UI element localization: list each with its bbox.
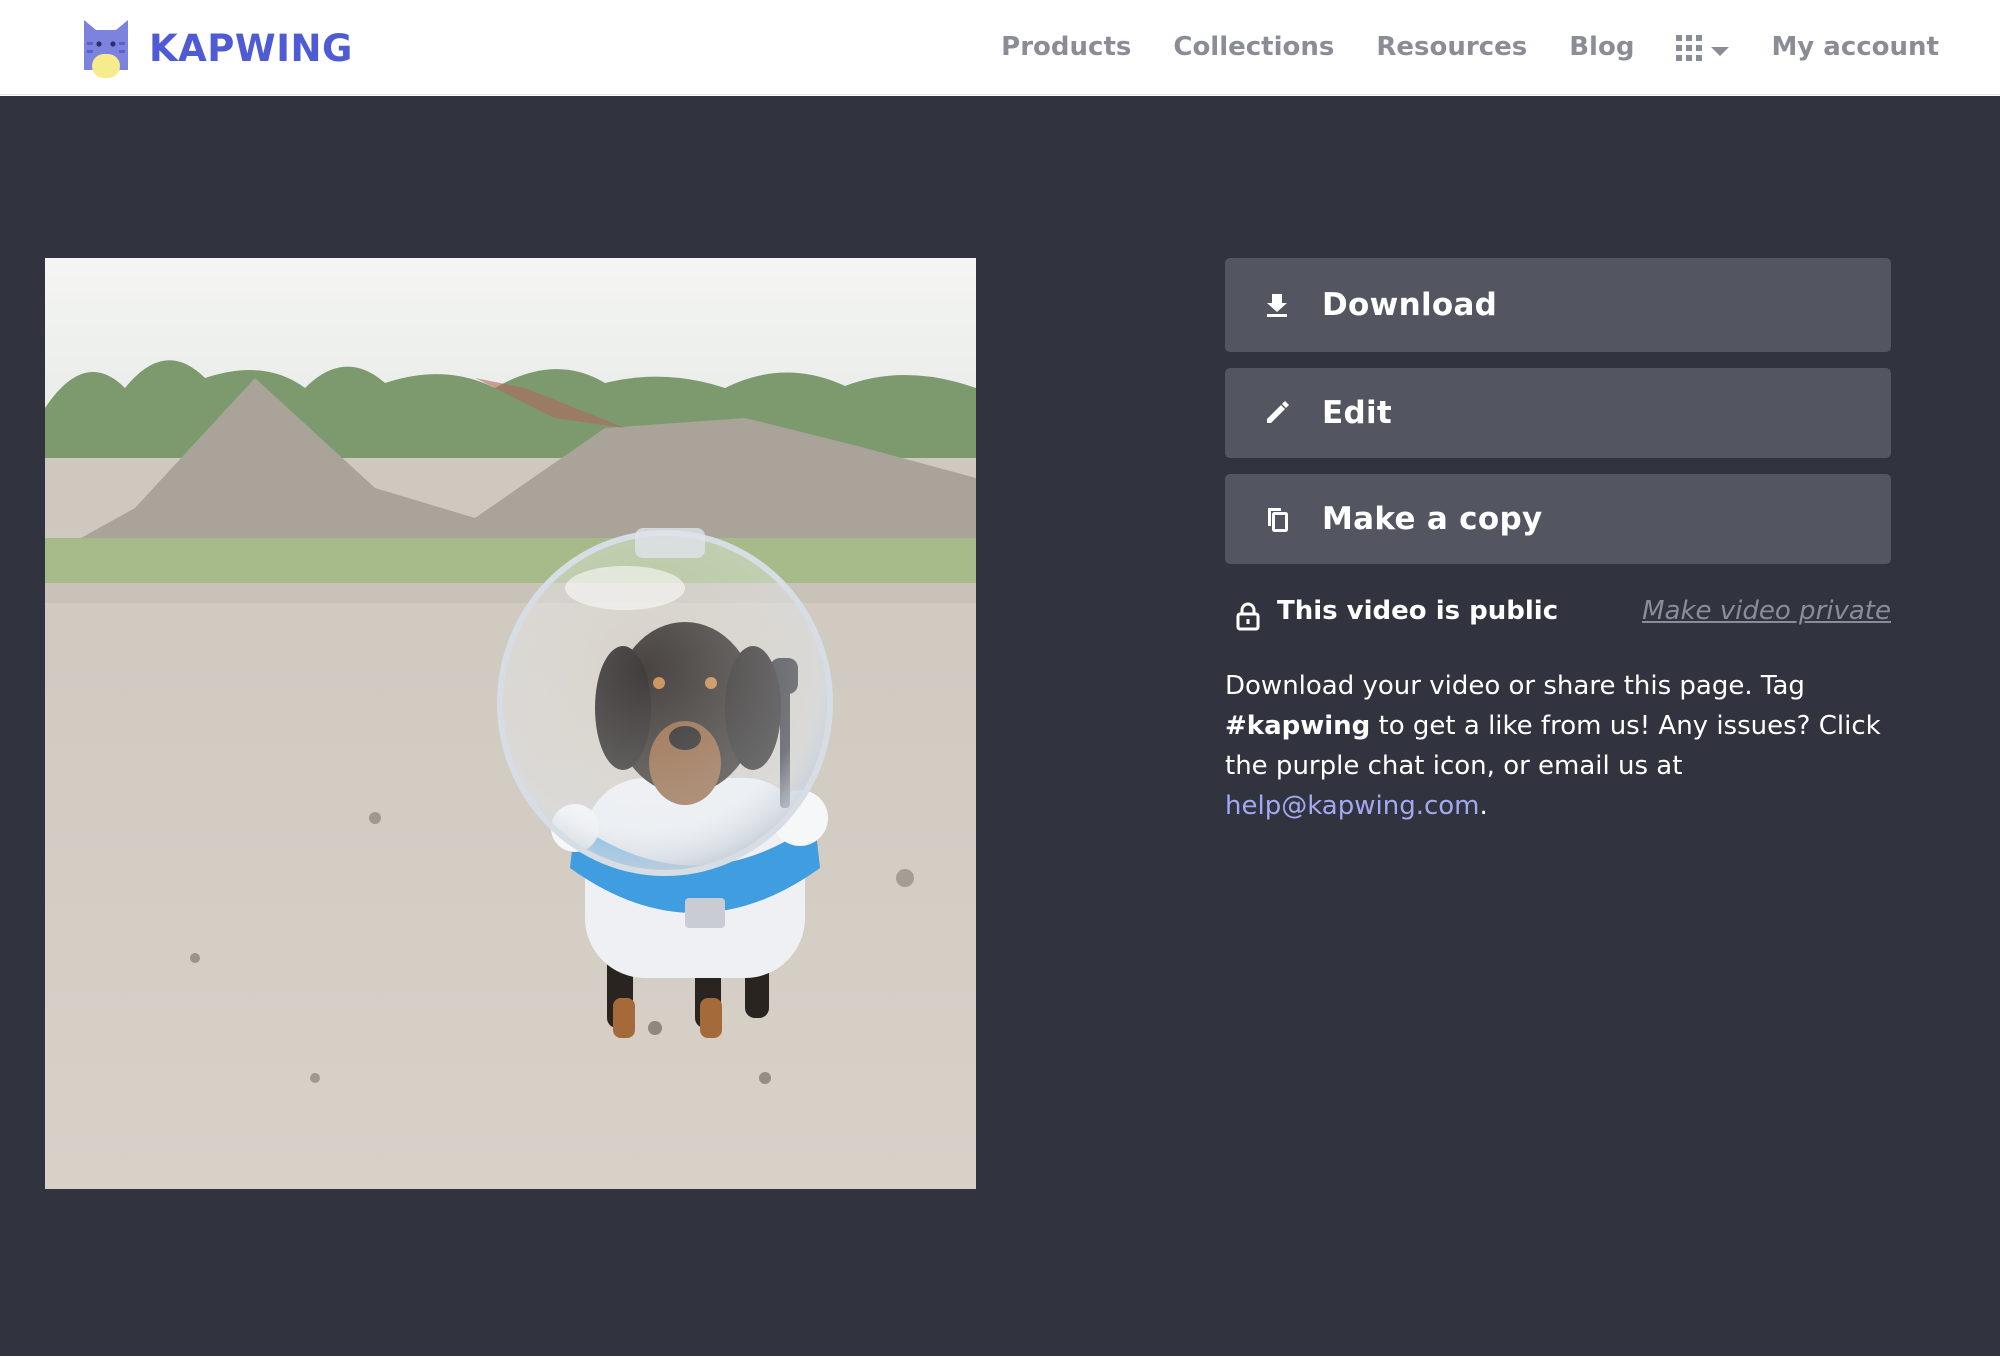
help-email-link[interactable]: help@kapwing.com (1225, 791, 1480, 821)
help-text: Download your video or share this page. … (1225, 666, 1891, 826)
help-text-1: Download your video or share this page. … (1225, 671, 1805, 701)
pencil-icon (1267, 401, 1289, 423)
video-thumbnail-image (45, 258, 976, 1189)
nav-collections[interactable]: Collections (1173, 0, 1334, 95)
caret-down-icon (1711, 46, 1730, 56)
hashtag: #kapwing (1225, 711, 1371, 741)
privacy-row: This video is public Make video private (1225, 592, 1891, 636)
kapwing-logo-link[interactable]: KAPWING (84, 20, 353, 78)
share-page-content: Download Edit Make a copy This video is … (0, 96, 2000, 1357)
download-button[interactable]: Download (1225, 258, 1891, 352)
video-preview[interactable] (45, 258, 976, 1189)
kapwing-cat-icon (84, 20, 128, 78)
make-private-link[interactable]: Make video private (1642, 596, 1891, 626)
edit-label: Edit (1322, 395, 1393, 431)
actions-panel: Download Edit Make a copy This video is … (1225, 258, 1891, 826)
download-label: Download (1322, 287, 1498, 323)
nav-my-account[interactable]: My account (1771, 0, 1939, 95)
grid-icon (1676, 34, 1703, 61)
privacy-status: This video is public (1277, 596, 1559, 626)
apps-menu-button[interactable] (1676, 34, 1730, 61)
nav-blog[interactable]: Blog (1569, 0, 1634, 95)
edit-button[interactable]: Edit (1225, 368, 1891, 458)
top-navigation-bar: KAPWING Products Collections Resources B… (0, 0, 2000, 95)
lock-icon (1236, 602, 1260, 631)
help-text-3: . (1479, 791, 1488, 821)
brand-name: KAPWING (149, 27, 353, 70)
nav-products[interactable]: Products (1001, 0, 1131, 95)
main-nav: Products Collections Resources Blog My a… (959, 0, 2000, 95)
nav-resources[interactable]: Resources (1376, 0, 1527, 95)
make-copy-label: Make a copy (1322, 501, 1543, 537)
make-copy-button[interactable]: Make a copy (1225, 474, 1891, 564)
copy-icon (1268, 508, 1288, 532)
download-icon (1267, 294, 1287, 317)
